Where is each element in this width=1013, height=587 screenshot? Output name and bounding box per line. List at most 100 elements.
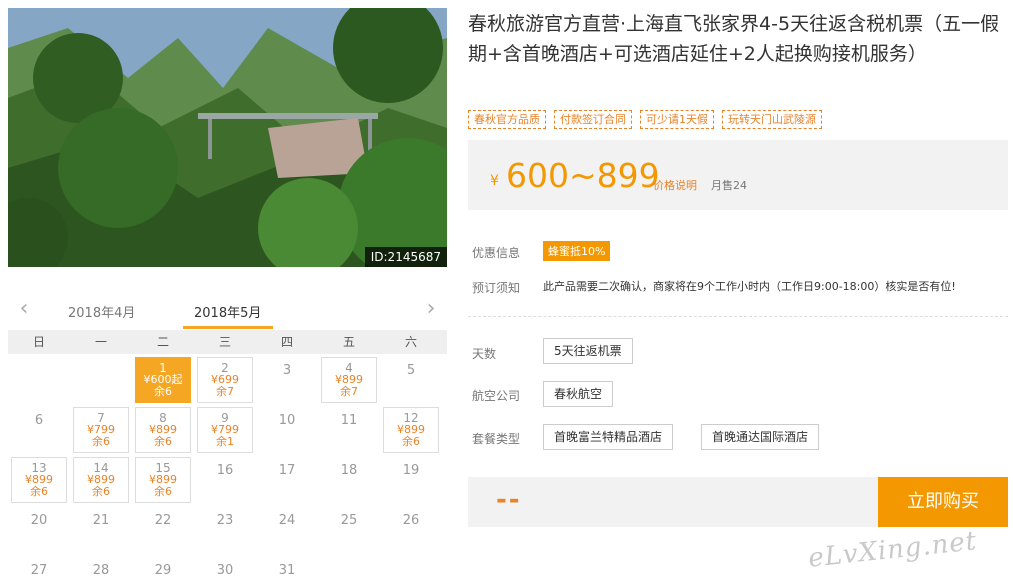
calendar-day[interactable]: 4 ¥899 余7 [318,354,380,404]
product-tag: 玩转天门山武陵源 [722,110,822,129]
calendar-day-number: 5 [406,363,416,378]
current-month-indicator [183,326,273,329]
calendar-day: 20 [8,504,70,554]
calendar-day-box: 14 ¥899 余6 [73,457,129,503]
calendar-day[interactable]: 14 ¥899 余6 [70,454,132,504]
product-title: 春秋旅游官方直营·上海直飞张家界4-5天往返含税机票（五一假期+含首晚酒店+可选… [468,13,1000,65]
calendar-day-number: 26 [402,513,420,528]
calendar-day[interactable]: 1 ¥600起 余6 [132,354,194,404]
product-tags: 春秋官方品质 付款签订合同 可少请1天假 玩转天门山武陵源 [468,110,822,129]
calendar-week-row: 13 ¥899 余6 14 ¥899 余6 15 ¥899 余6 16 17 18 19 [8,454,447,504]
weekday-header: 日 一 二 三 四 五 六 [8,330,447,354]
calendar-day-box: 27 [11,557,67,587]
calendar-day-remaining: 余7 [216,385,234,398]
calendar-day-remaining: 余6 [402,435,420,448]
promo-label: 优惠信息 [472,246,521,260]
calendar-day[interactable]: 9 ¥799 余1 [194,404,256,454]
buy-now-button[interactable]: 立即购买 [878,477,1008,527]
promo-badge: 蜂蜜抵10% [543,241,611,261]
weekday-label: 六 [404,335,417,349]
airline-label: 航空公司 [472,389,521,403]
booking-notice-text: 此产品需要二次确认，商家将在9个工作小时内（工作日9:00-18:00）核实是否… [543,280,956,293]
calendar-day[interactable]: 2 ¥699 余7 [194,354,256,404]
calendar-day: 24 [256,504,318,554]
calendar-day: 30 [194,554,256,587]
option-package-2[interactable]: 首晚通达国际酒店 [701,424,820,450]
option-package-1[interactable]: 首晚富兰特精品酒店 [543,424,674,450]
calendar-day-box: 18 [321,457,377,503]
weekday-label: 四 [280,335,293,349]
calendar-day-number: 28 [92,563,110,578]
tab-prev-month[interactable]: 2018年4月 [68,302,135,321]
calendar-day-number: 3 [282,363,292,378]
calendar-day-number: 8 [159,411,167,425]
photo-id-label: ID:2145687 [364,247,447,267]
calendar-day-box: 8 ¥899 余6 [135,407,191,453]
calendar-day-box: 25 [321,507,377,553]
calendar-day: 18 [318,454,380,504]
product-tag: 春秋官方品质 [468,110,546,129]
weekday-label: 二 [156,335,169,349]
calendar-day-number: 1 [159,361,167,375]
calendar-day[interactable]: 8 ¥899 余6 [132,404,194,454]
option-days[interactable]: 5天往返机票 [543,338,633,364]
price-explain-link[interactable]: 价格说明 [653,177,697,193]
calendar-day: 21 [70,504,132,554]
watermark: eLvXing.net [806,526,979,574]
calendar-day-box: 15 ¥899 余6 [135,457,191,503]
calendar-day[interactable]: 7 ¥799 余6 [70,404,132,454]
calendar-day: 23 [194,504,256,554]
calendar-empty-cell [8,354,70,404]
option-airline[interactable]: 春秋航空 [543,381,614,407]
buy-bar: -- 立即购买 [468,477,1008,527]
calendar-day: 10 [256,404,318,454]
calendar-day-box: 31 [259,557,315,587]
package-label: 套餐类型 [472,432,521,446]
calendar-day-box: 10 [259,407,315,453]
weekday-label: 日 [32,335,45,349]
calendar-day-number: 31 [278,563,296,578]
calendar-day-box: 26 [383,507,439,553]
calendar-day: 19 [380,454,442,504]
calendar-empty-cell [70,354,132,404]
product-tag: 付款签订合同 [554,110,632,129]
price-box: ¥ 600~899 价格说明 月售24 [468,140,1008,210]
calendar-day-box: 11 [321,407,377,453]
calendar-day[interactable]: 12 ¥899 余6 [380,404,442,454]
calendar-day: 17 [256,454,318,504]
tab-current-month[interactable]: 2018年5月 [194,302,261,321]
calendar-day-number: 15 [155,461,171,475]
weekday-label: 五 [342,335,355,349]
weekday-label: 一 [94,335,107,349]
prev-month-arrow-icon[interactable]: ‹ [14,298,34,322]
calendar-day-number: 19 [402,463,420,478]
calendar-day-number: 21 [92,513,110,528]
calendar-header: ‹ 2018年4月 2018年5月 › [8,294,447,330]
calendar-day-number: 10 [278,413,296,428]
calendar-day-number: 25 [340,513,358,528]
calendar-day: 27 [8,554,70,587]
calendar-day-box: 2 ¥699 余7 [197,357,253,403]
calendar-empty-cell [380,554,442,587]
calendar-day-remaining: 余6 [154,385,172,398]
calendar-day-box: 5 [383,357,439,403]
next-month-arrow-icon[interactable]: › [421,298,441,322]
calendar-day[interactable]: 15 ¥899 余6 [132,454,194,504]
calendar-day-remaining: 余6 [154,435,172,448]
calendar-day-box: 4 ¥899 余7 [321,357,377,403]
calendar-day-box [73,357,129,403]
calendar-day: 6 [8,404,70,454]
calendar-day-box [321,557,377,587]
calendar-day-box: 12 ¥899 余6 [383,407,439,453]
calendar-week-row: 20 21 22 23 24 25 26 [8,504,447,554]
calendar-day-number: 18 [340,463,358,478]
calendar-day-box: 17 [259,457,315,503]
calendar-day-number: 20 [30,513,48,528]
calendar-day: 11 [318,404,380,454]
calendar-day-number: 13 [31,461,47,475]
calendar-day-box: 13 ¥899 余6 [11,457,67,503]
calendar-day-box: 16 [197,457,253,503]
calendar-day[interactable]: 13 ¥899 余6 [8,454,70,504]
calendar-week-row: 1 ¥600起 余6 2 ¥699 余7 3 4 ¥899 余7 5 [8,354,447,404]
calendar-day-box: 22 [135,507,191,553]
